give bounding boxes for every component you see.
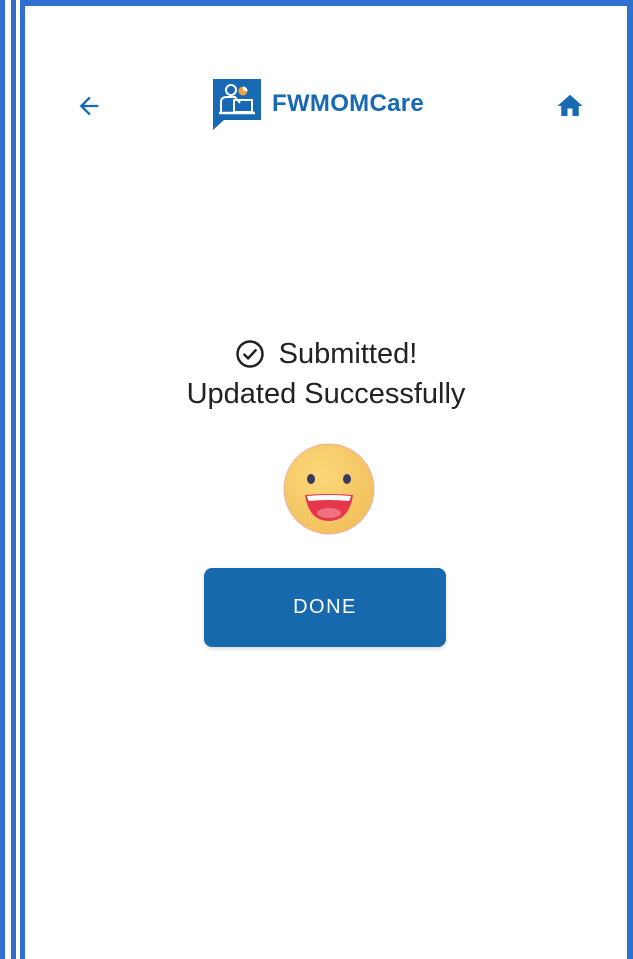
back-button[interactable]: [71, 88, 107, 124]
frame-border-inner: [11, 0, 16, 959]
smiling-face-icon: [283, 443, 375, 535]
frame-border-right: [627, 0, 633, 959]
brand-logo-icon: [213, 79, 261, 130]
status-detail: Updated Successfully: [186, 378, 466, 410]
check-circle-icon: [235, 340, 264, 368]
app-screen: FWMOMCare Submitted! Updated Successfull…: [20, 6, 627, 959]
brand-name: FWMOMCare: [272, 90, 425, 117]
arrow-left-icon: [79, 96, 99, 116]
app-header: FWMOMCare: [25, 76, 627, 136]
done-button[interactable]: DONE: [204, 568, 446, 647]
status-title-row: Submitted!: [25, 336, 627, 372]
status-message: Submitted! Updated Successfully: [25, 336, 627, 414]
brand: FWMOMCare: [210, 76, 424, 132]
home-button[interactable]: [552, 88, 588, 124]
home-icon: [557, 94, 583, 116]
status-title: Submitted!: [278, 337, 418, 370]
